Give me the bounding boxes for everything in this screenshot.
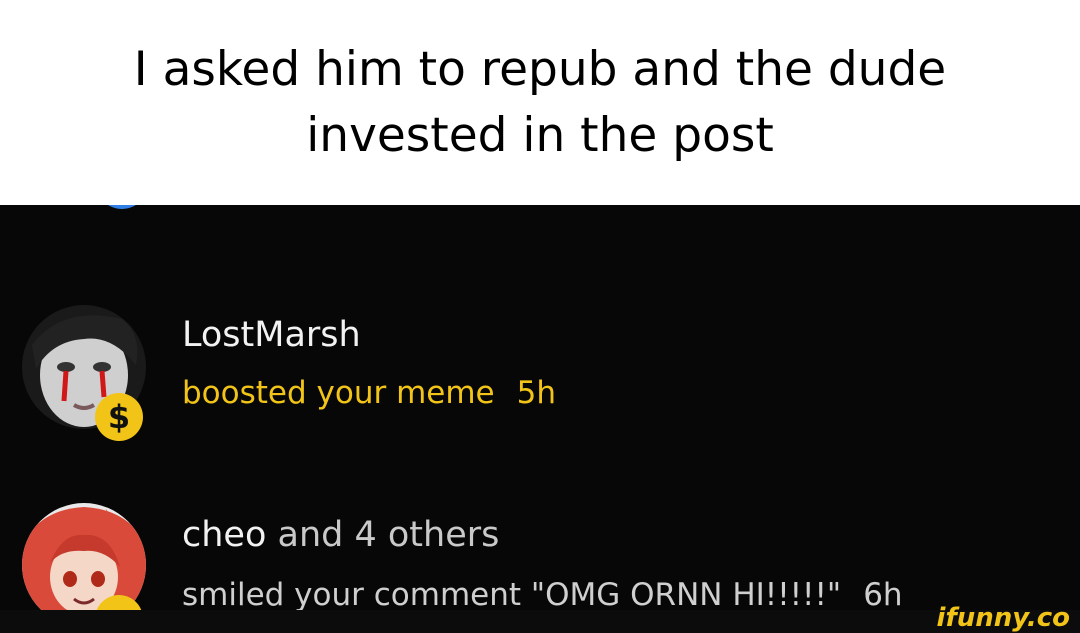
notification-username[interactable]: LostMarsh — [182, 315, 361, 355]
username-suffix: and 4 others — [277, 515, 500, 555]
action-text: boosted your meme — [182, 375, 495, 411]
dollar-badge-icon: $ — [95, 393, 143, 441]
footer-bar — [0, 610, 1080, 633]
notification-action-text: boosted your meme 5h — [182, 375, 556, 411]
notification-action-text: smiled your comment "OMG ORNN HI!!!!!" 6h — [182, 577, 903, 613]
partial-badge-icon — [96, 205, 148, 209]
notification-item-lostmarsh[interactable]: $ LostMarsh boosted your meme 5h — [0, 295, 1080, 445]
partial-notification-row[interactable] — [0, 205, 1080, 215]
action-text: smiled your comment "OMG ORNN HI!!!!!" — [182, 577, 842, 613]
caption-banner: I asked him to repub and the dude invest… — [0, 0, 1080, 205]
username-cheo[interactable]: cheo — [182, 515, 266, 555]
caption-line-2: invested in the post — [306, 107, 774, 163]
notifications-feed: $ LostMarsh boosted your meme 5h cheo and… — [0, 205, 1080, 633]
notification-username[interactable]: cheo and 4 others — [182, 515, 499, 555]
caption-line-1: I asked him to repub and the dude — [133, 41, 947, 97]
notification-time: 6h — [863, 577, 903, 613]
notification-time: 5h — [516, 375, 556, 411]
ifunny-watermark-logo: ifunny.co — [936, 603, 1070, 633]
